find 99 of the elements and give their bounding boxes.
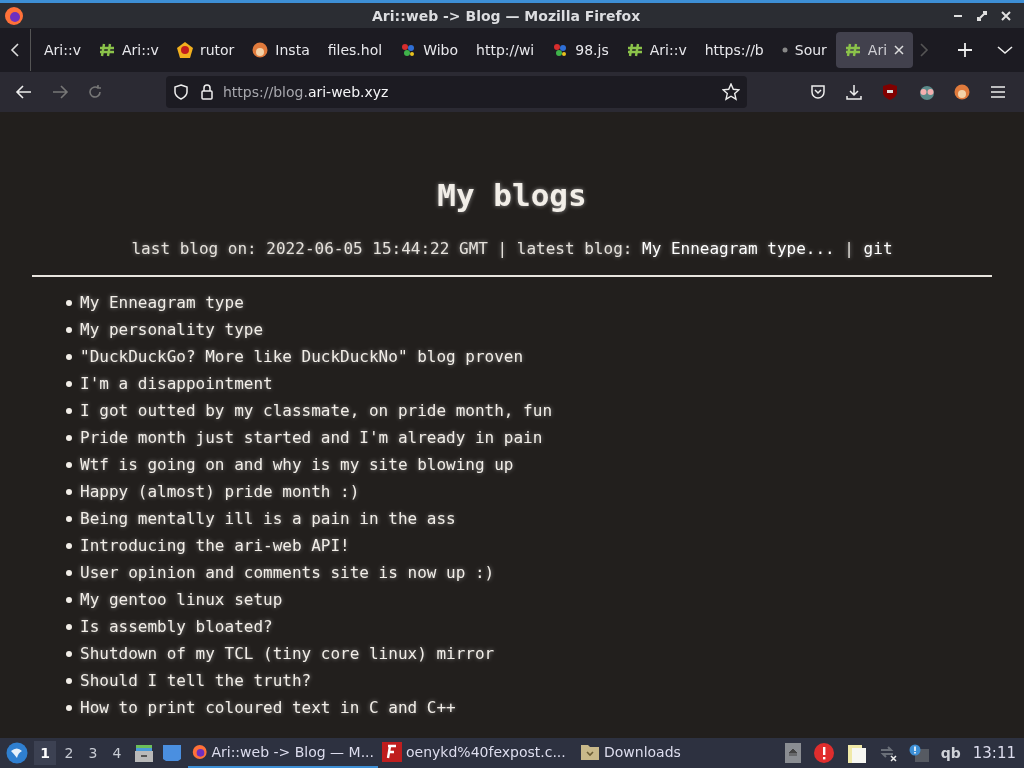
bullet-icon [66, 407, 72, 414]
taskbar-window-button[interactable]: oenykd%40fexpost.c... [378, 738, 576, 768]
bullet-icon [66, 515, 72, 522]
url-text: https://blog.ari-web.xyz [223, 82, 389, 102]
browser-tab[interactable]: Ari::v [617, 32, 696, 68]
blog-post-link[interactable]: Pride month just started and I'm already in pain [80, 425, 543, 450]
browser-tab[interactable]: http://wi [467, 32, 544, 68]
torrent-tray-icon[interactable]: qb [940, 742, 961, 764]
bullet-icon [66, 353, 72, 360]
reload-icon[interactable] [87, 84, 103, 100]
address-field[interactable]: https://blog.ari-web.xyz [166, 76, 747, 108]
star-icon[interactable] [722, 83, 740, 101]
bullet-icon [66, 704, 72, 711]
eject-icon[interactable] [784, 743, 801, 763]
blog-post-link[interactable]: Wtf is going on and why is my site blowing up [80, 452, 514, 477]
window-title: Ari::web -> Blog — Mozilla Firefox [372, 7, 641, 26]
meta-text: last blog on: 2022-06-05 15:44:22 GMT | latest blog: [131, 239, 633, 258]
start-menu-icon[interactable] [6, 742, 28, 764]
bullet-icon [66, 326, 72, 333]
bullet-icon [66, 434, 72, 441]
meta-text: | [844, 239, 854, 258]
workspace-button[interactable]: 1 [34, 741, 56, 765]
browser-tab[interactable]: Ari::v [89, 32, 168, 68]
browser-tab[interactable]: https://b [695, 32, 773, 68]
chevron-down-icon[interactable] [997, 45, 1014, 55]
bullet-icon [66, 596, 72, 603]
workspace-button[interactable]: 4 [106, 741, 128, 765]
back-icon[interactable] [15, 84, 33, 100]
blog-post-link[interactable]: How to print coloured text in C and C++ [80, 695, 456, 720]
lock-icon [201, 84, 213, 100]
folder-icon [580, 743, 600, 761]
face-extension-icon[interactable] [954, 84, 970, 100]
shield-extension-icon[interactable] [883, 84, 897, 100]
page-heading: My blogs [436, 176, 588, 215]
notes-icon[interactable] [846, 742, 867, 764]
close-icon[interactable] [1000, 9, 1012, 22]
browser-tab[interactable]: files.hol [318, 32, 392, 68]
firefox-icon [192, 742, 208, 762]
workspace-button[interactable]: 3 [82, 741, 104, 765]
blog-post-link[interactable]: Should I tell the truth? [80, 668, 312, 693]
blog-post-link[interactable]: I got outted by my classmate, on pride month, fun [80, 398, 552, 423]
hash-icon [844, 43, 861, 57]
workspace-button[interactable]: 2 [58, 741, 80, 765]
network-disconnected-icon[interactable] [878, 744, 897, 762]
taskbar-window-button[interactable]: Ari::web -> Blog — M... [188, 738, 378, 768]
blog-post-link[interactable]: "DuckDuckGo? More like DuckDuckNo" blog proven [80, 344, 524, 369]
bullet-icon [66, 542, 72, 549]
pocket-icon[interactable] [810, 84, 826, 100]
shield-icon[interactable] [174, 84, 188, 100]
blog-post-link[interactable]: I'm a disappointment [80, 371, 273, 396]
dot-icon [781, 47, 788, 53]
blog-post-link[interactable]: Happy (almost) pride month :) [80, 479, 360, 504]
forward-icon[interactable] [51, 84, 69, 100]
maximize-icon[interactable] [976, 9, 988, 22]
desktop-icon[interactable] [162, 744, 182, 762]
bullet-icon [66, 488, 72, 495]
bullet-icon [66, 569, 72, 576]
menu-icon[interactable] [991, 86, 1005, 98]
file-manager-icon[interactable] [134, 743, 154, 763]
hash-icon [98, 43, 115, 57]
close-tab-icon[interactable] [894, 45, 905, 55]
info-notification-icon[interactable] [908, 744, 929, 762]
new-tab-icon[interactable] [957, 42, 974, 58]
filezilla-icon [382, 742, 402, 762]
browser-tab[interactable]: rutor [167, 32, 244, 68]
blog-post-link[interactable]: My gentoo linux setup [80, 587, 283, 612]
bullet-icon [66, 380, 72, 387]
blog-post-link[interactable]: User opinion and comments site is now up :) [80, 560, 495, 585]
alert-icon[interactable] [812, 742, 835, 764]
download-icon[interactable] [846, 84, 862, 100]
colorful-splash-icon [400, 42, 417, 58]
bullet-icon [66, 299, 72, 306]
browser-tab[interactable]: Sour [772, 32, 836, 68]
blog-post-link[interactable]: Is assembly bloated? [80, 614, 273, 639]
blog-post-link[interactable]: Being mentally ill is a pain in the ass [80, 506, 456, 531]
taskbar-window-button[interactable]: Downloads [576, 738, 696, 768]
browser-tab[interactable]: Insta [243, 32, 319, 68]
glasses-extension-icon[interactable] [918, 84, 936, 100]
chevron-left-icon[interactable] [10, 43, 20, 57]
clock: 13:11 [972, 742, 1016, 764]
colorful-splash-icon [552, 42, 569, 58]
browser-tab[interactable]: Wibo [391, 32, 468, 68]
firefox-icon [4, 5, 24, 26]
bullet-icon [66, 677, 72, 684]
blog-post-link[interactable]: My Enneagram type [80, 290, 244, 315]
browser-tab[interactable]: 98.js [543, 32, 618, 68]
blog-post-link[interactable]: Shutdown of my TCL (tiny core linux) mirror [80, 641, 495, 666]
hash-icon [626, 43, 643, 57]
browser-tab[interactable]: Ari::v [35, 32, 90, 68]
link[interactable]: My Enneagram type... [642, 239, 835, 258]
bullet-icon [66, 623, 72, 630]
animal-face-icon [252, 42, 269, 58]
blog-post-link[interactable]: Introducing the ari-web API! [80, 533, 350, 558]
bullet-icon [66, 461, 72, 468]
browser-tab[interactable]: Ari [835, 32, 914, 68]
star-badge-icon [176, 42, 193, 58]
blog-post-link[interactable]: My personality type [80, 317, 264, 342]
link[interactable]: git [863, 239, 893, 258]
bullet-icon [66, 650, 72, 657]
